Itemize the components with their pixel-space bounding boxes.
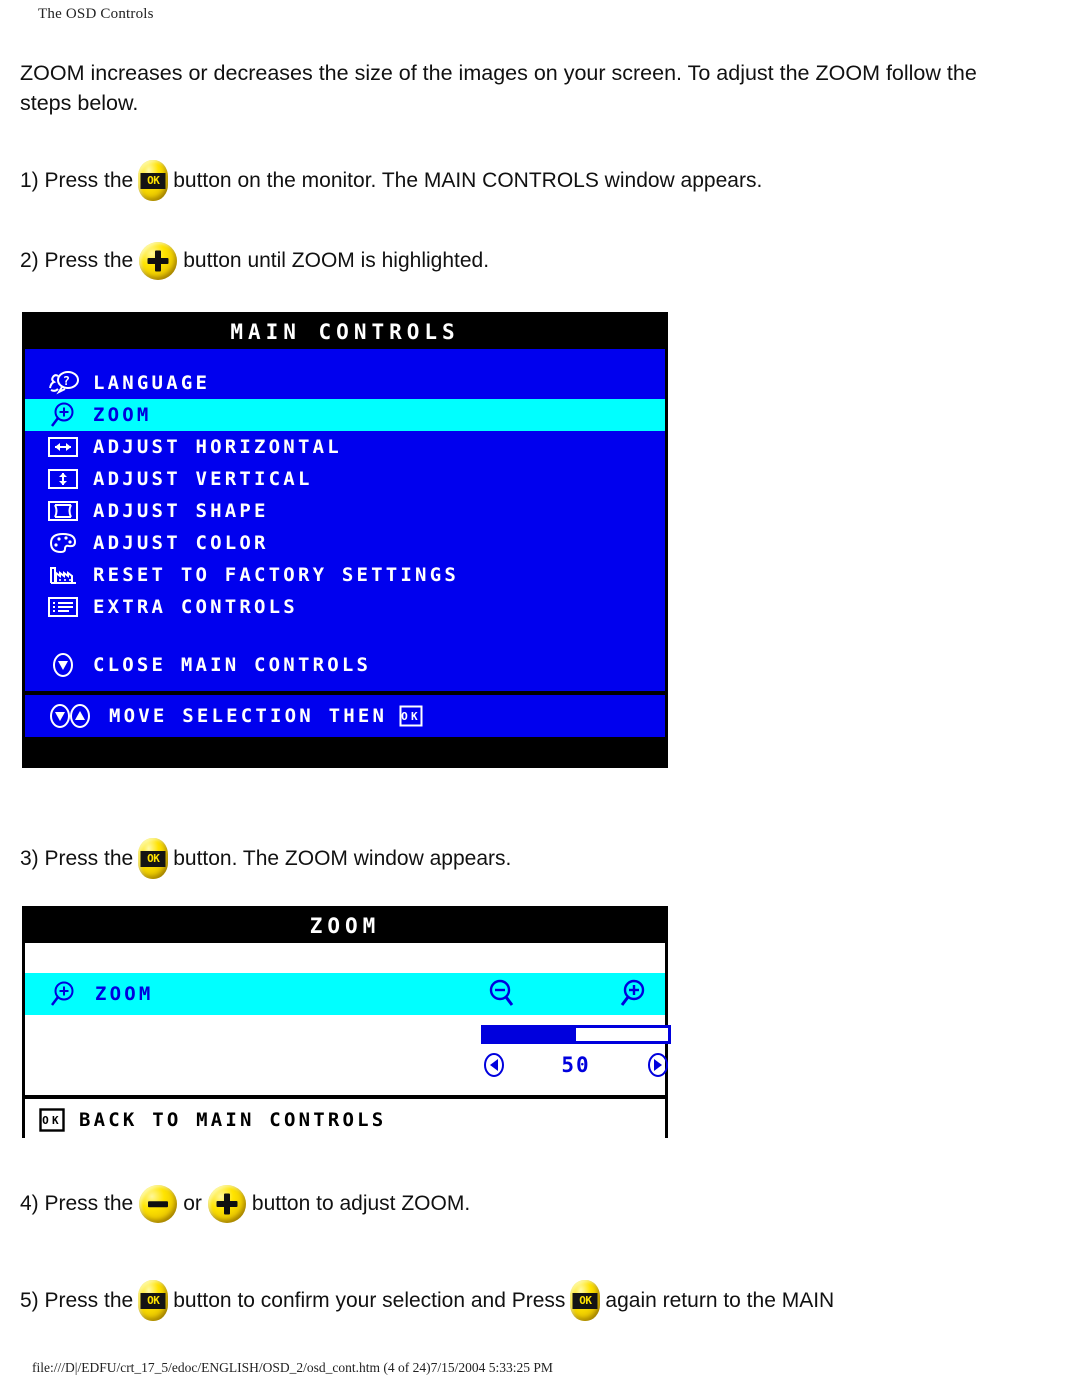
- menu-item-extra-controls[interactable]: EXTRA CONTROLS: [25, 591, 665, 623]
- zoom-magnifier-plus-icon: [47, 980, 79, 1008]
- step-1: 1) Press the OK button on the monitor. T…: [20, 160, 762, 201]
- menu-item-adjust-horizontal[interactable]: ADJUST HORIZONTAL: [25, 431, 665, 463]
- osd-zoom-footer-label: BACK TO MAIN CONTROLS: [79, 1109, 387, 1131]
- osd-zoom-title: ZOOM: [25, 909, 665, 943]
- minus-button-icon[interactable]: [139, 1185, 178, 1223]
- step-2-text-after: button until ZOOM is highlighted.: [183, 249, 490, 272]
- magnifier-minus-icon[interactable]: [485, 979, 519, 1009]
- svg-text:?: ?: [63, 374, 73, 388]
- menu-item-adjust-vertical[interactable]: ADJUST VERTICAL: [25, 463, 665, 495]
- shape-frame-icon: [47, 499, 93, 523]
- left-arrow-icon[interactable]: [481, 1051, 507, 1079]
- menu-item-close-main-controls[interactable]: CLOSE MAIN CONTROLS: [25, 649, 665, 681]
- magnifier-plus-icon[interactable]: [615, 979, 649, 1009]
- right-arrow-icon[interactable]: [645, 1051, 671, 1079]
- osd-main-menu-list: ? LANGUAGE ZOOM ADJUST HORIZONTAL ADJUST…: [25, 349, 665, 691]
- minus-glyph: [148, 1201, 169, 1207]
- zoom-control-row[interactable]: ZOOM: [25, 973, 665, 1015]
- step-2: 2) Press the button until ZOOM is highli…: [20, 242, 489, 280]
- osd-zoom-body: ZOOM 50: [25, 943, 671, 1095]
- factory-icon: [47, 563, 93, 587]
- page-header: The OSD Controls: [38, 6, 154, 22]
- step-4: 4) Press the or button to adjust ZOOM.: [20, 1185, 470, 1223]
- ok-badge-label: OK: [140, 850, 166, 867]
- menu-item-label: CLOSE MAIN CONTROLS: [93, 654, 372, 676]
- osd-zoom-footer[interactable]: OK BACK TO MAIN CONTROLS: [25, 1095, 665, 1141]
- ok-badge-label: OK: [140, 172, 166, 189]
- move-selection-icons: [47, 703, 109, 729]
- ok-badge-label: OK: [140, 1292, 166, 1309]
- step-5-text-before: 5) Press the: [20, 1288, 134, 1312]
- plus-button-icon[interactable]: [207, 1185, 246, 1223]
- menu-item-label: ADJUST SHAPE: [93, 500, 269, 522]
- menu-item-label: ADJUST HORIZONTAL: [93, 436, 342, 458]
- ok-button-icon[interactable]: OK: [138, 160, 169, 201]
- down-arrow-circle-icon: [47, 652, 93, 678]
- osd-main-controls-panel: MAIN CONTROLS ? LANGUAGE ZOOM ADJUST HOR…: [22, 312, 668, 768]
- plus-button-icon[interactable]: [139, 242, 178, 280]
- menu-item-label: ZOOM: [93, 404, 152, 426]
- zoom-magnifier-plus-icon: [47, 401, 93, 429]
- step-5-text-after: again return to the MAIN: [605, 1288, 835, 1312]
- step-3: 3) Press the OK button. The ZOOM window …: [20, 838, 511, 879]
- zoom-value-row: 50: [481, 1051, 671, 1079]
- intro-paragraph: ZOOM increases or decreases the size of …: [20, 61, 977, 115]
- menu-spacer: [25, 623, 665, 649]
- zoom-slider-track[interactable]: [481, 1025, 671, 1044]
- step-4-text-before: 4) Press the: [20, 1192, 134, 1215]
- menu-item-label: EXTRA CONTROLS: [93, 596, 298, 618]
- osd-main-title: MAIN CONTROLS: [25, 315, 665, 349]
- ok-badge-icon: OK: [399, 705, 423, 727]
- svg-text:OK: OK: [401, 710, 421, 723]
- menu-item-label: RESET TO FACTORY SETTINGS: [93, 564, 459, 586]
- plus-glyph-vertical: [223, 1193, 230, 1215]
- ok-button-icon[interactable]: OK: [138, 838, 169, 879]
- step-3-text-after: button. The ZOOM window appears.: [173, 846, 512, 870]
- zoom-row-label: ZOOM: [95, 983, 154, 1005]
- osd-zoom-panel: ZOOM ZOOM 50 OK BACK TO MAIN CONTROLS: [22, 906, 671, 1141]
- color-palette-icon: [47, 531, 93, 555]
- step-2-text-before: 2) Press the: [20, 249, 134, 272]
- step-1-text-after: button on the monitor. The MAIN CONTROLS…: [173, 168, 763, 192]
- menu-item-adjust-color[interactable]: ADJUST COLOR: [25, 527, 665, 559]
- ok-badge-label: OK: [572, 1292, 598, 1309]
- menu-item-adjust-shape[interactable]: ADJUST SHAPE: [25, 495, 665, 527]
- language-icon: ?: [47, 370, 93, 396]
- step-4-text-after: button to adjust ZOOM.: [251, 1192, 471, 1215]
- page-footer-path: file:///D|/EDFU/crt_17_5/edoc/ENGLISH/OS…: [32, 1360, 553, 1375]
- osd-main-footer-label: MOVE SELECTION THEN: [109, 705, 388, 727]
- menu-item-label: ADJUST VERTICAL: [93, 468, 313, 490]
- step-4-or-text: or: [183, 1192, 202, 1215]
- ok-badge-icon: OK: [39, 1108, 65, 1132]
- step-5: 5) Press the OK button to confirm your s…: [20, 1280, 834, 1321]
- step-1-text-before: 1) Press the: [20, 168, 134, 192]
- horizontal-arrows-icon: [47, 435, 93, 459]
- list-icon: [47, 595, 93, 619]
- ok-button-icon[interactable]: OK: [138, 1280, 169, 1321]
- svg-text:OK: OK: [42, 1114, 62, 1127]
- plus-glyph-vertical: [155, 250, 162, 272]
- menu-item-label: ADJUST COLOR: [93, 532, 269, 554]
- zoom-value: 50: [561, 1053, 591, 1077]
- step-5-text-middle: button to confirm your selection and Pre…: [173, 1288, 566, 1312]
- vertical-arrows-icon: [47, 467, 93, 491]
- menu-item-reset-to-factory-settings[interactable]: RESET TO FACTORY SETTINGS: [25, 559, 665, 591]
- zoom-slider-fill: [484, 1028, 576, 1041]
- osd-main-footer: MOVE SELECTION THEN OK: [25, 691, 665, 737]
- menu-item-language[interactable]: ? LANGUAGE: [25, 367, 665, 399]
- menu-item-zoom[interactable]: ZOOM: [25, 399, 665, 431]
- step-3-text-before: 3) Press the: [20, 846, 134, 870]
- ok-button-icon[interactable]: OK: [570, 1280, 601, 1321]
- menu-item-label: LANGUAGE: [93, 372, 211, 394]
